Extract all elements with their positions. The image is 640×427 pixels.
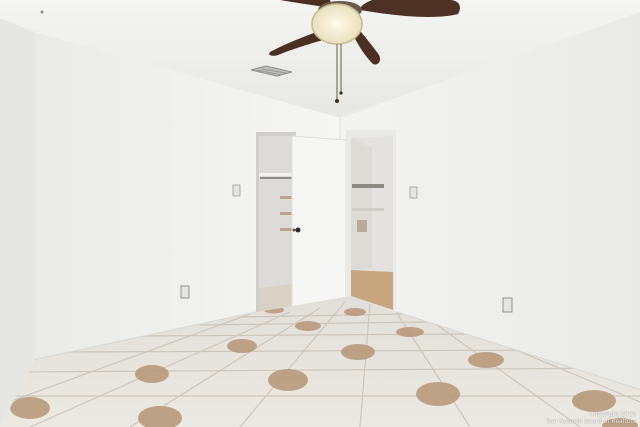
door-knob [295,227,301,233]
walkin-side-wall [351,138,372,270]
closet-shelf-small-1 [280,196,292,199]
closet-door [291,135,347,309]
fan-light [311,3,363,45]
watermark-line-1: Copyright 2025 [589,411,637,418]
outlet-right [502,297,513,313]
room-photo: Copyright 2025 San Antonio Board of Real… [0,0,640,427]
ceiling-mark [40,10,44,14]
walkin-outlet [357,220,367,232]
walkin-shelf [352,184,384,188]
room-illustration [0,0,640,427]
closet-shelf-small-2 [280,212,292,215]
light-switch-right [409,186,418,199]
copyright-watermark: Copyright 2025 San Antonio Board of Real… [546,411,636,425]
closet-shelf [259,173,292,176]
closet-shelf-small-3 [280,228,292,231]
left-corner-wall [0,18,35,427]
outlet-left [180,285,190,299]
watermark-line-2: San Antonio Board of Realtors [546,418,636,425]
door-knob-rose [292,228,296,232]
light-switch-left [232,184,241,197]
walkin-shelf-2 [352,208,384,211]
